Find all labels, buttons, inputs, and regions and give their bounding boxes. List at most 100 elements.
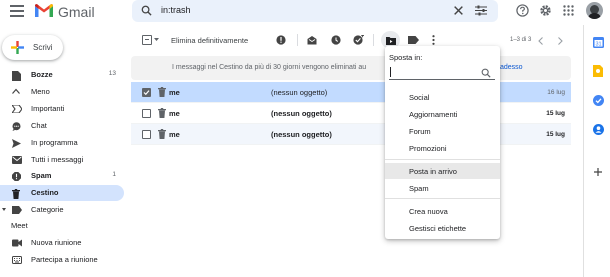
move-to-option-label: Aggiornamenti <box>409 110 458 119</box>
move-to-option[interactable]: Aggiornamenti <box>385 106 500 122</box>
sidebar-item-categories[interactable]: Categorie <box>0 202 124 218</box>
move-to-title: Sposta in: <box>389 53 423 62</box>
row-checkbox[interactable] <box>142 109 151 118</box>
trash-icon <box>158 87 166 97</box>
gmail-wordmark: Gmail <box>58 4 95 20</box>
email-row[interactable]: me (nessun oggetto) 16 lug <box>131 82 571 103</box>
expand-caret-icon[interactable] <box>2 208 6 211</box>
compose-label: Scrivi <box>33 43 53 52</box>
move-to-option-label: Posta in arrivo <box>409 167 457 176</box>
move-to-option[interactable]: Posta in arrivo <box>385 163 500 179</box>
move-to-option[interactable]: Forum <box>385 123 500 139</box>
add-to-tasks-icon[interactable] <box>353 35 364 45</box>
sidebar-item-label: Meno <box>31 87 50 96</box>
delete-forever-button[interactable]: Elimina definitivamente <box>171 36 248 45</box>
calendar-icon[interactable]: 31 <box>593 37 604 48</box>
menu-separator <box>385 198 500 199</box>
mark-as-read-icon[interactable] <box>307 35 317 45</box>
email-date: 15 lug <box>546 131 565 138</box>
snooze-clock-icon[interactable] <box>331 35 341 45</box>
sidebar-item-chat[interactable]: Chat <box>0 118 124 134</box>
move-to-search-input[interactable] <box>389 65 495 80</box>
scheduled-send-icon <box>12 139 21 148</box>
get-add-ons-plus-icon[interactable] <box>593 167 603 177</box>
meet-section-title: Meet <box>11 221 28 230</box>
gmail-logo-icon[interactable] <box>34 3 54 18</box>
keyboard-icon <box>12 256 22 265</box>
sidebar-item-label: Spam <box>31 171 52 180</box>
draft-file-icon <box>12 71 21 81</box>
next-page-icon[interactable] <box>558 37 563 45</box>
keep-icon[interactable] <box>593 65 603 77</box>
sidebar-item-all-mail[interactable]: Tutti i messaggi <box>0 152 124 168</box>
label-tag-icon[interactable] <box>408 36 419 46</box>
empty-trash-link[interactable]: adesso <box>500 64 523 71</box>
sidebar-item-drafts[interactable]: Bozze 13 <box>0 67 124 83</box>
email-subject: (nessun oggetto) <box>271 109 332 118</box>
row-checkbox[interactable] <box>142 130 151 139</box>
compose-plus-icon <box>11 41 24 54</box>
help-icon[interactable] <box>516 4 529 17</box>
main-menu-icon[interactable] <box>10 5 24 17</box>
move-to-option-label: Promozioni <box>409 144 447 153</box>
compose-button[interactable]: Scrivi <box>2 35 63 60</box>
previous-page-icon[interactable] <box>538 37 543 45</box>
spam-octagon-icon <box>12 172 21 181</box>
account-avatar[interactable] <box>586 2 603 19</box>
settings-gear-icon[interactable] <box>539 4 552 17</box>
sidebar-item-spam[interactable]: Spam 1 <box>0 168 124 184</box>
nav-label: Partecipa a riunione <box>31 255 98 264</box>
tasks-icon[interactable] <box>593 95 604 106</box>
trash-icon <box>12 189 21 199</box>
row-checkbox[interactable] <box>142 88 151 97</box>
move-to-folder-icon[interactable] <box>386 36 396 46</box>
select-all-checkbox[interactable] <box>142 35 152 45</box>
meet-new-meeting[interactable]: Nuova riunione <box>0 235 124 251</box>
sidebar-item-label: Bozze <box>31 70 53 79</box>
email-sender: me <box>169 109 180 118</box>
sidebar-item-label: Chat <box>31 121 47 130</box>
sidebar-item-count: 1 <box>112 171 116 178</box>
more-vertical-icon[interactable] <box>432 35 435 45</box>
trash-icon <box>158 108 166 118</box>
search-icon[interactable] <box>141 5 152 16</box>
all-mail-icon <box>12 156 22 165</box>
menu-separator <box>385 159 500 160</box>
email-row[interactable]: me (nessun oggetto) 15 lug <box>131 124 571 145</box>
meet-join-meeting[interactable]: Partecipa a riunione <box>0 252 124 268</box>
move-to-option[interactable]: Gestisci etichette <box>385 220 500 236</box>
top-bar: Gmail in:trash <box>0 0 610 25</box>
sidebar-item-trash[interactable]: Cestino <box>0 185 124 201</box>
sidebar-item-scheduled[interactable]: In programma <box>0 135 124 151</box>
search-options-icon[interactable] <box>475 5 487 16</box>
move-to-option[interactable]: Spam <box>385 180 500 196</box>
toolbar-divider <box>297 34 298 46</box>
side-panel: 31 <box>583 25 610 277</box>
email-sender: me <box>169 88 180 97</box>
sidebar-item-important[interactable]: Importanti <box>0 101 124 117</box>
move-to-option[interactable]: Promozioni <box>385 140 500 156</box>
move-to-option[interactable]: Social <box>385 89 500 105</box>
search-icon[interactable] <box>481 68 491 78</box>
apps-grid-icon[interactable] <box>563 5 574 16</box>
contacts-icon[interactable] <box>593 124 604 135</box>
sidebar-item-label: Tutti i messaggi <box>31 155 84 164</box>
video-camera-icon <box>12 239 22 248</box>
report-spam-icon[interactable] <box>276 35 286 45</box>
move-to-option[interactable]: Crea nuova <box>385 203 500 219</box>
search-input[interactable]: in:trash <box>161 5 191 15</box>
clear-search-icon[interactable] <box>453 5 464 16</box>
select-dropdown-chevron-icon[interactable] <box>154 38 159 41</box>
chat-bubble-icon <box>12 122 21 131</box>
move-to-option-label: Social <box>409 93 430 102</box>
move-to-option-label: Forum <box>409 127 431 136</box>
email-subject: (nessun oggetto) <box>271 130 332 139</box>
sidebar-item-label: Cestino <box>31 188 59 197</box>
sidebar-item-less[interactable]: Meno <box>0 84 124 100</box>
toolbar-divider <box>373 34 374 46</box>
svg-text:31: 31 <box>595 42 601 48</box>
banner-text: I messaggi nel Cestino da più di 30 gior… <box>172 64 367 71</box>
trash-icon <box>158 129 166 139</box>
email-row[interactable]: me (nessun oggetto) 15 lug <box>131 103 571 124</box>
sidebar-item-count: 13 <box>108 70 116 77</box>
